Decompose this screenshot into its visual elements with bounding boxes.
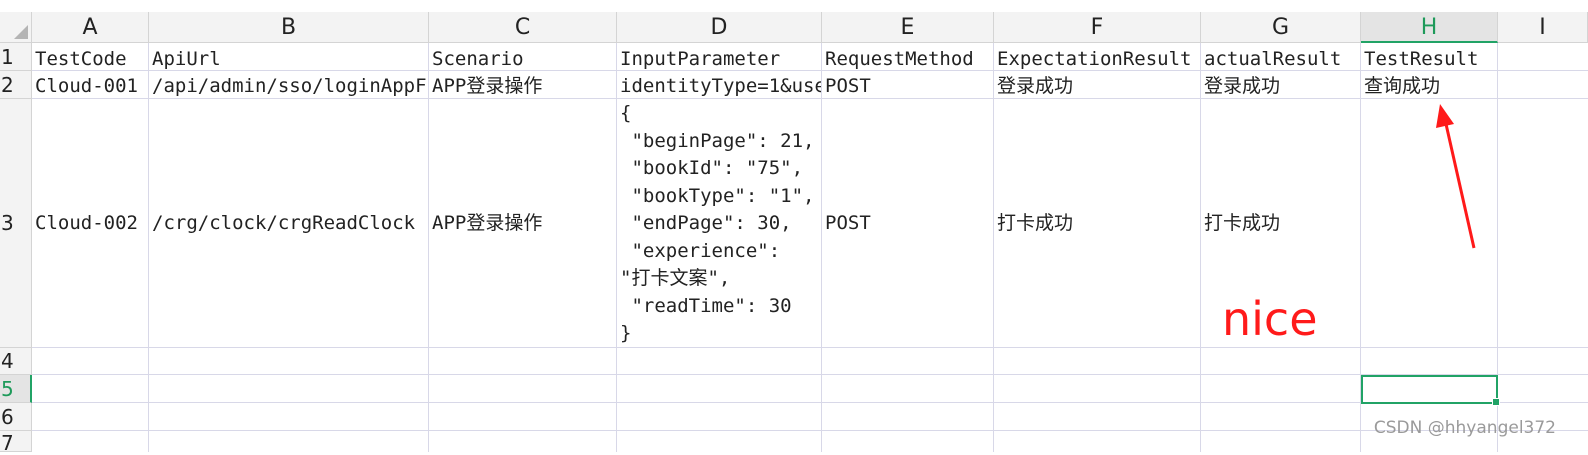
gridline (32, 374, 1588, 375)
cell-d2[interactable]: identityType=1&user (617, 72, 821, 100)
column-header-f[interactable]: F (994, 12, 1201, 43)
gridline (32, 347, 1588, 348)
cell-f1[interactable]: ExpectationResult (994, 45, 1200, 73)
cell-a1[interactable]: TestCode (32, 45, 148, 73)
row-header-4[interactable]: 4 (0, 348, 32, 375)
cell-c1[interactable]: Scenario (429, 45, 616, 73)
cell-b1[interactable]: ApiUrl (149, 45, 428, 73)
cell-e3[interactable]: POST (822, 99, 993, 347)
cell-b3[interactable]: /crg/clock/crgReadClock (149, 99, 428, 347)
cell-c2[interactable]: APP登录操作 (429, 72, 616, 100)
row-header-2[interactable]: 2 (0, 71, 32, 99)
select-all-corner[interactable] (0, 12, 32, 43)
annotation-nice-text: nice (1222, 292, 1318, 346)
cell-d1[interactable]: InputParameter (617, 45, 821, 73)
column-header-b[interactable]: B (149, 12, 429, 43)
cell-d3-json[interactable]: { "beginPage": 21, "bookId": "75", "book… (617, 100, 821, 347)
column-header-i[interactable]: I (1498, 12, 1588, 43)
cell-h1[interactable]: TestResult (1361, 45, 1497, 73)
row-header-6[interactable]: 6 (0, 403, 32, 431)
row-header-3[interactable]: 3 (0, 99, 32, 348)
cell-h3[interactable] (1361, 99, 1497, 347)
cell-b2[interactable]: /api/admin/sso/loginAppFro (149, 72, 428, 100)
active-cell-h5[interactable] (1361, 375, 1500, 406)
cell-f3[interactable]: 打卡成功 (994, 99, 1200, 347)
column-header-e[interactable]: E (822, 12, 994, 43)
column-header-g[interactable]: G (1201, 12, 1361, 43)
cell-a3[interactable]: Cloud-002 (32, 99, 148, 347)
column-header-d[interactable]: D (617, 12, 822, 43)
column-header-c[interactable]: C (429, 12, 617, 43)
row-header-7[interactable]: 7 (0, 431, 32, 455)
fill-handle[interactable] (1492, 398, 1500, 406)
select-all-triangle-icon (14, 25, 28, 39)
cell-g2[interactable]: 登录成功 (1201, 72, 1360, 100)
cell-c3[interactable]: APP登录操作 (429, 99, 616, 347)
cell-e2[interactable]: POST (822, 72, 993, 100)
gridline (32, 430, 1588, 431)
cell-g1[interactable]: actualResult (1201, 45, 1360, 73)
row-header-1[interactable]: 1 (0, 43, 32, 71)
cell-e1[interactable]: RequestMethod (822, 45, 993, 73)
cell-f2[interactable]: 登录成功 (994, 72, 1200, 100)
cell-a2[interactable]: Cloud-001 (32, 72, 148, 100)
cell-h2[interactable]: 查询成功 (1361, 72, 1497, 100)
column-header-h[interactable]: H (1361, 12, 1498, 43)
gridline (32, 402, 1588, 403)
row-header-5[interactable]: 5 (0, 375, 32, 403)
column-header-a[interactable]: A (32, 12, 149, 43)
watermark: CSDN @hhyangel372 (1373, 418, 1556, 438)
